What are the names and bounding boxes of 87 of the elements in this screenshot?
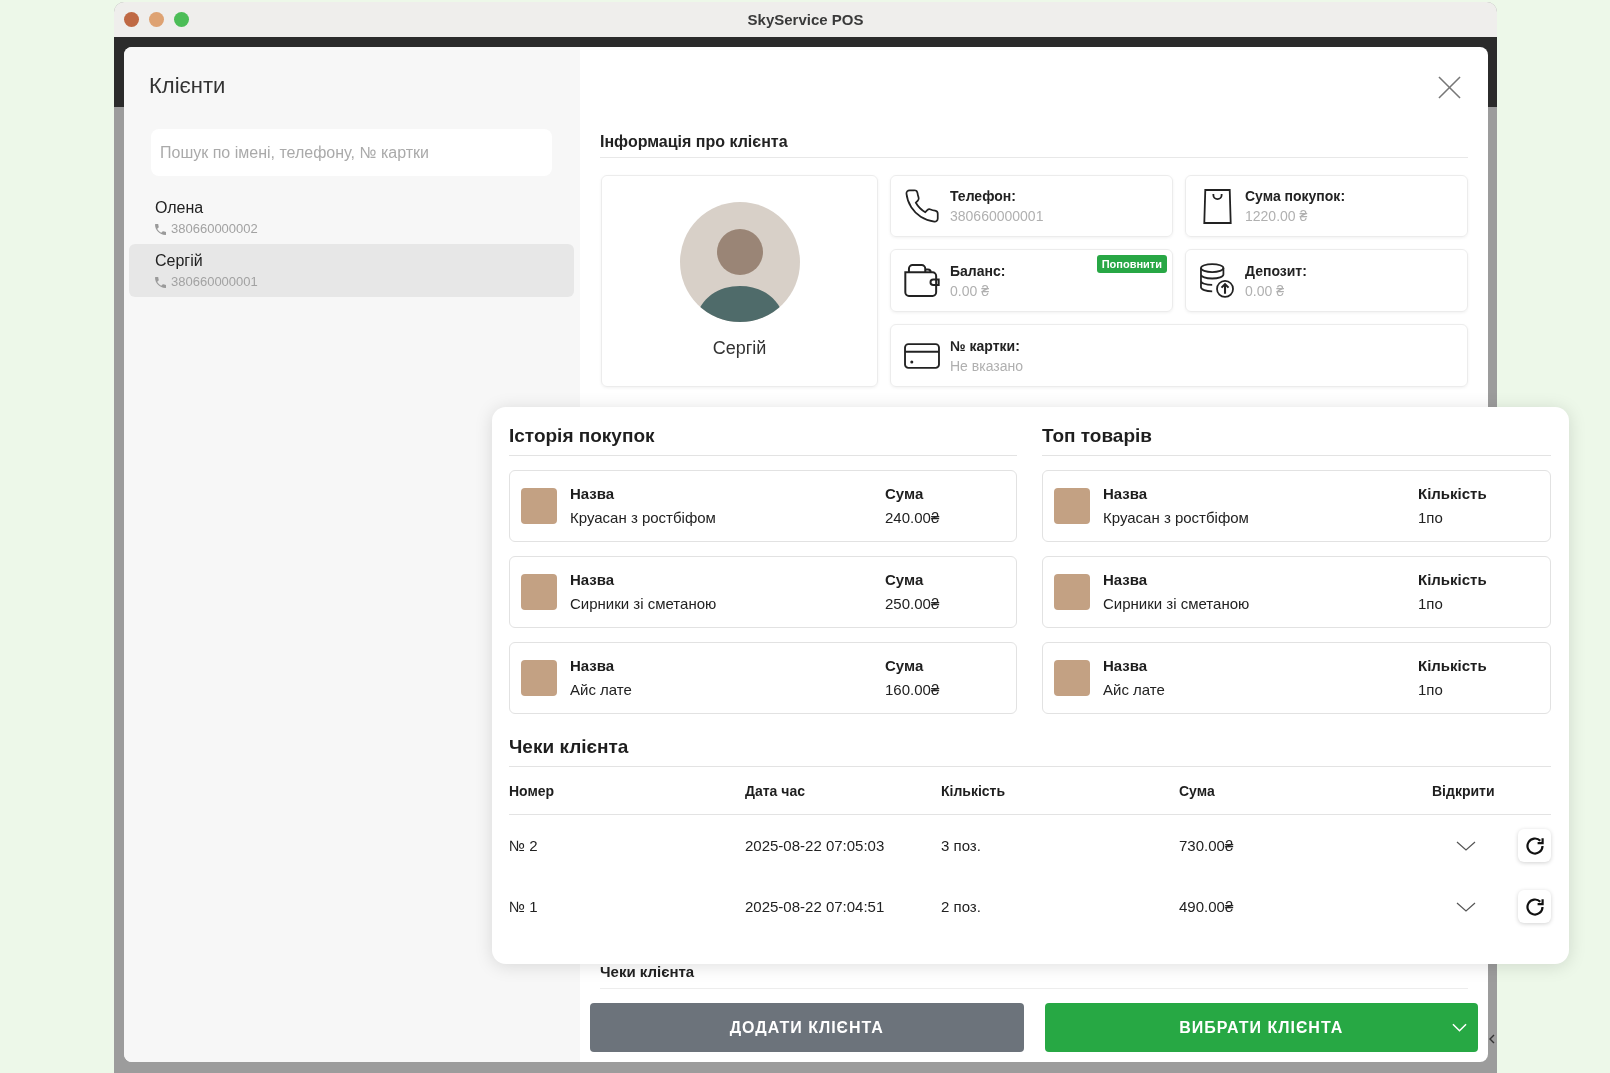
client-phone-number: 380660000001	[171, 273, 258, 291]
item-quantity: 1по	[1418, 594, 1443, 614]
item-label: Назва	[570, 484, 615, 504]
item-label: Кількість	[1418, 570, 1487, 590]
table-cell: № 2	[509, 837, 538, 854]
chevron-down-icon[interactable]	[1456, 901, 1476, 912]
section-title: Інформація про клієнта	[600, 133, 788, 150]
client-name: Олена	[155, 198, 204, 218]
field-label: Баланс:	[950, 261, 1006, 281]
column-header: Кількість	[941, 782, 1006, 799]
photo-placeholder	[1054, 660, 1090, 696]
item-label: Назва	[570, 656, 615, 676]
select-client-button[interactable]: ВИБРАТИ КЛІЄНТА	[1044, 1003, 1478, 1052]
client-list-item[interactable]: Олена 380660000002	[129, 191, 574, 244]
item-quantity: 1по	[1418, 680, 1443, 700]
phone-icon	[155, 276, 166, 288]
item-quantity: 1по	[1418, 508, 1443, 528]
column-header: Номер	[509, 782, 555, 799]
client-list-item[interactable]: Сергій 380660000001	[129, 244, 574, 297]
item-amount: 240.00₴	[885, 508, 940, 528]
window-close-icon[interactable]	[124, 12, 139, 27]
column-header: Дата час	[745, 782, 805, 799]
panel-title: Клієнти	[149, 72, 226, 100]
close-icon[interactable]	[1438, 76, 1461, 99]
photo-placeholder	[1054, 488, 1090, 524]
refresh-icon	[1525, 897, 1544, 916]
chevron-left-icon[interactable]	[1489, 1034, 1495, 1044]
item-label: Сума	[885, 656, 924, 676]
item-label: Сума	[885, 570, 924, 590]
window-title: SkyService POS	[747, 11, 864, 28]
item-label: Кількість	[1418, 484, 1487, 504]
section-title: Топ товарів	[1042, 425, 1152, 446]
item-label: Назва	[1103, 656, 1148, 676]
photo-placeholder	[1054, 574, 1090, 610]
field-value: 0.00 ₴	[1245, 281, 1284, 301]
table-cell: 3 поз.	[941, 837, 981, 854]
photo-placeholder	[521, 574, 557, 610]
client-phone-number: 380660000002	[171, 220, 258, 238]
item-label: Назва	[1103, 484, 1148, 504]
coin-stack-icon	[1200, 263, 1234, 298]
table-cell: 490.00₴	[1179, 898, 1234, 915]
item-label: Сума	[885, 484, 924, 504]
field-label: Сума покупок:	[1245, 187, 1346, 206]
phone-icon	[905, 189, 939, 223]
search-field[interactable]: Пошук по імені, телефону, № картки	[151, 129, 552, 176]
item-name: Сирники зі сметаною	[1103, 594, 1250, 614]
client-name: Сергій	[155, 251, 203, 271]
field-value: 0.00 ₴	[950, 281, 989, 301]
column-header: Відкрити	[1432, 782, 1495, 799]
table-cell: 2 поз.	[941, 898, 981, 915]
table-cell: 2025-08-22 07:05:03	[745, 837, 885, 854]
field-value: Не вказано	[950, 356, 1023, 376]
table-cell: № 1	[509, 898, 538, 915]
item-amount: 250.00₴	[885, 594, 940, 614]
shopping-bag-icon	[1202, 188, 1232, 224]
item-name: Айс лате	[570, 680, 632, 700]
client-name: Сергій	[712, 337, 767, 359]
photo-placeholder	[521, 660, 557, 696]
table-cell: 2025-08-22 07:04:51	[745, 898, 885, 915]
phone-icon	[155, 223, 166, 235]
section-title: Чеки клієнта	[509, 736, 629, 757]
item-name: Сирники зі сметаною	[570, 594, 717, 614]
add-client-button[interactable]: ДОДАТИ КЛІЄНТА	[590, 1003, 1024, 1052]
item-amount: 160.00₴	[885, 680, 940, 700]
item-name: Айс лате	[1103, 680, 1165, 700]
field-value: 1220.00 ₴	[1245, 207, 1308, 226]
refresh-icon	[1525, 836, 1544, 855]
table-cell: 730.00₴	[1179, 837, 1234, 854]
credit-card-icon	[904, 342, 940, 369]
item-name: Круасан з ростбіфом	[1103, 508, 1249, 528]
field-label: Депозит:	[1245, 261, 1307, 281]
refresh-button[interactable]	[1518, 829, 1551, 862]
photo-placeholder	[521, 488, 557, 524]
field-label: № картки:	[950, 336, 1020, 356]
item-name: Круасан з ростбіфом	[570, 508, 716, 528]
top-up-button[interactable]: Поповнити	[1096, 255, 1167, 273]
chevron-down-icon[interactable]	[1456, 840, 1476, 851]
refresh-button[interactable]	[1518, 890, 1551, 923]
section-title: Історія покупок	[509, 425, 655, 446]
item-label: Кількість	[1418, 656, 1487, 676]
section-title: Чеки клієнта	[600, 963, 695, 980]
item-label: Назва	[1103, 570, 1148, 590]
column-header: Сума	[1179, 782, 1215, 799]
field-value: 380660000001	[950, 207, 1044, 226]
field-label: Телефон:	[950, 187, 1016, 206]
item-label: Назва	[570, 570, 615, 590]
wallet-icon	[904, 264, 940, 297]
